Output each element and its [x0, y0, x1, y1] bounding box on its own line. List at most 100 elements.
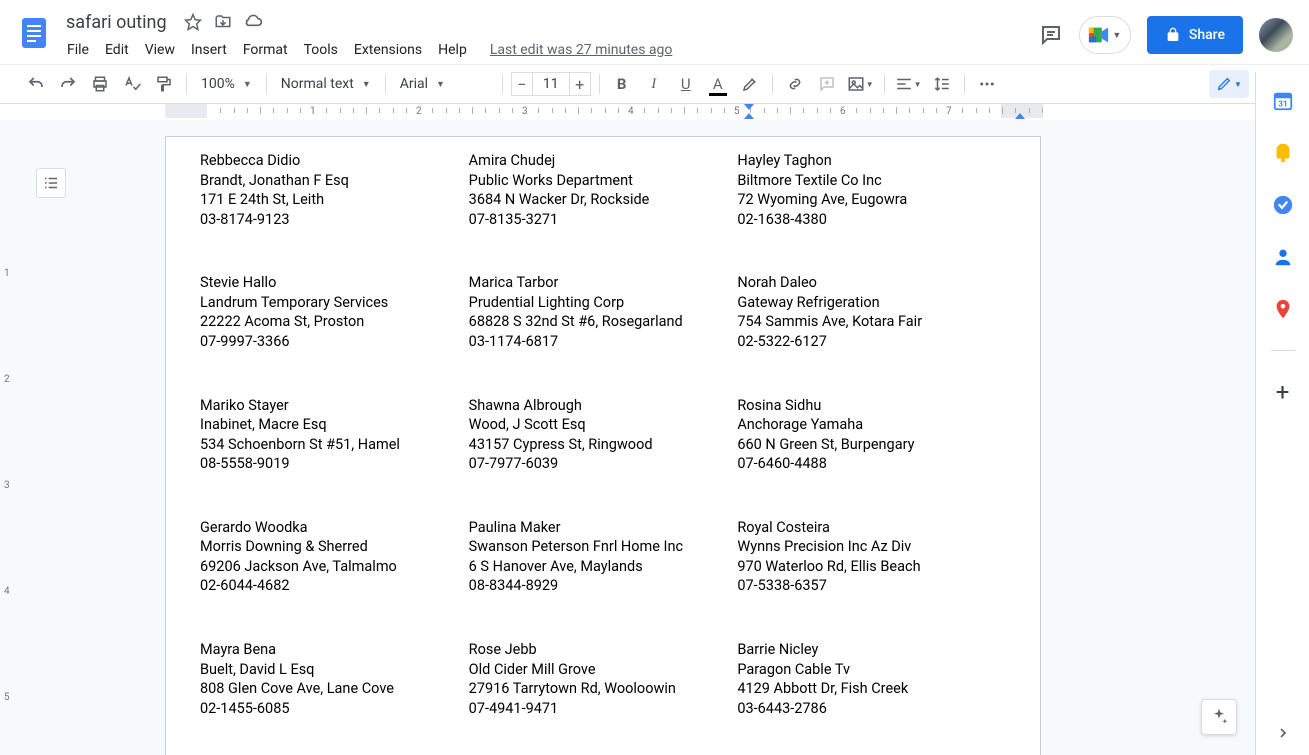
menu-insert[interactable]: Insert — [184, 38, 234, 62]
line-spacing-icon[interactable] — [928, 70, 956, 98]
menu-extensions[interactable]: Extensions — [347, 38, 429, 62]
document-title[interactable]: safari outing — [60, 11, 173, 34]
label-cell[interactable]: Rosina SidhuAnchorage Yamaha660 N Green … — [737, 396, 1006, 474]
label-org: Inabinet, Macre Esq — [200, 415, 469, 435]
label-cell[interactable]: Norah DaleoGateway Refrigeration754 Samm… — [737, 273, 1006, 351]
add-comment-icon[interactable] — [813, 70, 841, 98]
insert-image-icon[interactable]: ▼ — [845, 70, 876, 98]
menu-format[interactable]: Format — [236, 38, 295, 62]
label-cell[interactable]: Rose JebbOld Cider Mill Grove27916 Tarry… — [469, 640, 738, 718]
contacts-icon[interactable] — [1272, 246, 1294, 268]
font-size-value[interactable]: 11 — [533, 72, 569, 96]
menu-help[interactable]: Help — [431, 38, 474, 62]
label-name: Barrie Nicley — [737, 640, 1006, 660]
label-row: Rebbecca DidioBrandt, Jonathan F Esq171 … — [200, 151, 1006, 229]
label-cell[interactable]: Marica TarborPrudential Lighting Corp688… — [469, 273, 738, 351]
tasks-icon[interactable] — [1272, 194, 1294, 216]
label-org: Gateway Refrigeration — [737, 293, 1006, 313]
label-phone: 07-7977-6039 — [469, 454, 738, 474]
editing-mode-button[interactable]: ▼ — [1209, 70, 1249, 98]
label-cell[interactable]: Hayley TaghonBiltmore Textile Co Inc72 W… — [737, 151, 1006, 229]
label-addr: 534 Schoenborn St #51, Hamel — [200, 435, 469, 455]
label-row: Mayra BenaBuelt, David L Esq808 Glen Cov… — [200, 640, 1006, 718]
label-row: Stevie HalloLandrum Temporary Services22… — [200, 273, 1006, 351]
menu-edit[interactable]: Edit — [98, 38, 136, 62]
label-cell[interactable]: Stevie HalloLandrum Temporary Services22… — [200, 273, 469, 351]
label-name: Amira Chudej — [469, 151, 738, 171]
share-label: Share — [1189, 27, 1225, 43]
add-addon-icon[interactable]: + — [1272, 381, 1294, 403]
label-cell[interactable]: Gerardo WoodkaMorris Downing & Sherred69… — [200, 518, 469, 596]
document-canvas: 1 2 3 4 5 Rebbecca DidioBrandt, Jonathan… — [0, 120, 1255, 755]
label-name: Rose Jebb — [469, 640, 738, 660]
label-phone: 02-1455-6085 — [200, 699, 469, 719]
font-size-increase[interactable]: + — [569, 72, 591, 96]
vertical-ruler[interactable]: 1 2 3 4 5 — [0, 120, 20, 755]
paint-format-icon[interactable] — [150, 70, 178, 98]
paragraph-style-dropdown[interactable]: Normal text▼ — [275, 70, 377, 98]
share-button[interactable]: Share — [1147, 16, 1243, 54]
highlight-icon[interactable] — [736, 70, 764, 98]
label-name: Royal Costeira — [737, 518, 1006, 538]
undo-icon[interactable] — [22, 70, 50, 98]
label-addr: 660 N Green St, Burpengary — [737, 435, 1006, 455]
font-size-decrease[interactable]: − — [511, 72, 533, 96]
document-outline-icon[interactable] — [36, 168, 66, 198]
underline-icon[interactable]: U — [672, 70, 700, 98]
account-avatar[interactable] — [1259, 18, 1293, 52]
last-edit-link[interactable]: Last edit was 27 minutes ago — [490, 42, 673, 58]
label-cell[interactable]: Shawna AlbroughWood, J Scott Esq43157 Cy… — [469, 396, 738, 474]
horizontal-ruler[interactable]: 1234567 — [0, 104, 1309, 120]
meet-button[interactable]: ▼ — [1079, 16, 1131, 54]
label-phone: 07-5338-6357 — [737, 576, 1006, 596]
label-addr: 69206 Jackson Ave, Talmalmo — [200, 557, 469, 577]
label-name: Mayra Bena — [200, 640, 469, 660]
star-icon[interactable] — [183, 12, 203, 32]
label-cell[interactable]: Royal CosteiraWynns Precision Inc Az Div… — [737, 518, 1006, 596]
maps-icon[interactable] — [1272, 298, 1294, 320]
label-phone: 07-9997-3366 — [200, 332, 469, 352]
label-name: Rebbecca Didio — [200, 151, 469, 171]
label-cell[interactable]: Barrie NicleyParagon Cable Tv4129 Abbott… — [737, 640, 1006, 718]
move-icon[interactable] — [213, 12, 233, 32]
explore-button[interactable] — [1201, 699, 1237, 735]
label-name: Hayley Taghon — [737, 151, 1006, 171]
cloud-status-icon[interactable] — [243, 12, 263, 32]
label-cell[interactable]: Amira ChudejPublic Works Department3684 … — [469, 151, 738, 229]
label-org: Anchorage Yamaha — [737, 415, 1006, 435]
redo-icon[interactable] — [54, 70, 82, 98]
label-addr: 754 Sammis Ave, Kotara Fair — [737, 312, 1006, 332]
bold-icon[interactable]: B — [608, 70, 636, 98]
document-page[interactable]: Rebbecca DidioBrandt, Jonathan F Esq171 … — [165, 136, 1041, 755]
label-name: Shawna Albrough — [469, 396, 738, 416]
label-cell[interactable]: Mariko StayerInabinet, Macre Esq534 Scho… — [200, 396, 469, 474]
zoom-dropdown[interactable]: 100%▼ — [195, 70, 258, 98]
more-icon[interactable] — [973, 70, 1001, 98]
font-dropdown[interactable]: Arial▼ — [394, 70, 494, 98]
menu-view[interactable]: View — [138, 38, 182, 62]
keep-icon[interactable] — [1272, 142, 1294, 164]
docs-logo[interactable] — [14, 12, 54, 52]
menu-tools[interactable]: Tools — [297, 38, 345, 62]
label-org: Brandt, Jonathan F Esq — [200, 171, 469, 191]
calendar-icon[interactable]: 31 — [1272, 90, 1294, 112]
print-icon[interactable] — [86, 70, 114, 98]
label-phone: 03-1174-6817 — [469, 332, 738, 352]
label-name: Stevie Hallo — [200, 273, 469, 293]
label-cell[interactable]: Paulina MakerSwanson Peterson Fnrl Home … — [469, 518, 738, 596]
label-cell[interactable]: Mayra BenaBuelt, David L Esq808 Glen Cov… — [200, 640, 469, 718]
collapse-sidepanel-icon[interactable] — [1275, 725, 1291, 741]
label-cell[interactable]: Rebbecca DidioBrandt, Jonathan F Esq171 … — [200, 151, 469, 229]
comment-history-icon[interactable] — [1039, 23, 1063, 47]
label-phone: 02-6044-4682 — [200, 576, 469, 596]
menu-file[interactable]: File — [60, 38, 96, 62]
align-icon[interactable]: ▼ — [893, 70, 924, 98]
label-org: Public Works Department — [469, 171, 738, 191]
label-org: Buelt, David L Esq — [200, 660, 469, 680]
insert-link-icon[interactable] — [781, 70, 809, 98]
label-org: Wynns Precision Inc Az Div — [737, 537, 1006, 557]
italic-icon[interactable]: I — [640, 70, 668, 98]
label-phone: 07-8135-3271 — [469, 210, 738, 230]
spellcheck-icon[interactable] — [118, 70, 146, 98]
text-color-icon[interactable]: A — [704, 70, 732, 98]
